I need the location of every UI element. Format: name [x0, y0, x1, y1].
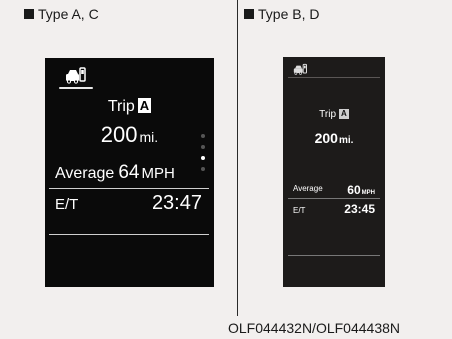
distance-value: 200 — [100, 122, 138, 147]
elapsed-time-label: E/T — [293, 206, 306, 215]
average-unit: MPH — [361, 190, 375, 196]
elapsed-time-label: E/T — [55, 196, 79, 213]
divider-line — [49, 188, 209, 189]
divider-line — [288, 255, 380, 256]
figure-caption: OLF044432N/OLF044438N — [228, 320, 400, 336]
bullet-square-icon — [244, 9, 254, 19]
trip-row: Trip A — [283, 109, 385, 120]
average-unit: MPH — [141, 165, 175, 182]
page-dot-active — [201, 156, 205, 160]
trip-id-badge: A — [339, 109, 349, 119]
distance-row: 200mi. — [45, 122, 214, 148]
average-label: Average — [293, 184, 323, 193]
trip-row: Trip A — [45, 98, 214, 116]
distance-value: 200 — [314, 130, 338, 146]
page-dot — [201, 134, 205, 138]
cluster-display-type-a-c: Trip A 200 mi. Average 64 MPH E/T 23:47 — [45, 58, 214, 287]
average-speed-value: 60MPH — [347, 181, 375, 199]
average-speed-row: Average 64 MPH — [55, 162, 175, 184]
average-label: Average — [55, 165, 115, 182]
divider-line — [288, 198, 380, 199]
trip-label: Trip — [107, 98, 135, 115]
distance-unit: mi. — [139, 129, 159, 145]
trip-computer-icon — [66, 67, 86, 84]
page-dot — [201, 145, 205, 149]
trip-id-badge: A — [137, 98, 152, 113]
cluster-display-type-b-d: Trip A 200mi. Average 60MPH E/T 23:45 — [283, 57, 385, 287]
bullet-square-icon — [24, 9, 34, 19]
section-label: Type A, C — [38, 6, 99, 22]
page-indicator — [201, 134, 207, 178]
page-dot — [201, 167, 205, 171]
figure-divider — [237, 0, 238, 316]
section-label: Type B, D — [258, 6, 320, 22]
elapsed-time-value: 23:47 — [151, 192, 202, 214]
average-value: 64 — [118, 162, 140, 183]
divider-line — [49, 234, 209, 235]
section-header-type-a-c: Type A, C — [24, 6, 99, 22]
distance-unit: mi. — [338, 135, 354, 146]
selected-tab-indicator — [59, 87, 93, 89]
divider-line — [288, 77, 380, 78]
trip-label: Trip — [319, 109, 337, 120]
trip-computer-icon — [293, 63, 308, 75]
average-value: 60 — [347, 183, 361, 197]
elapsed-time-value: 23:45 — [344, 202, 375, 216]
distance-row: 200mi. — [283, 130, 385, 148]
section-header-type-b-d: Type B, D — [244, 6, 319, 22]
